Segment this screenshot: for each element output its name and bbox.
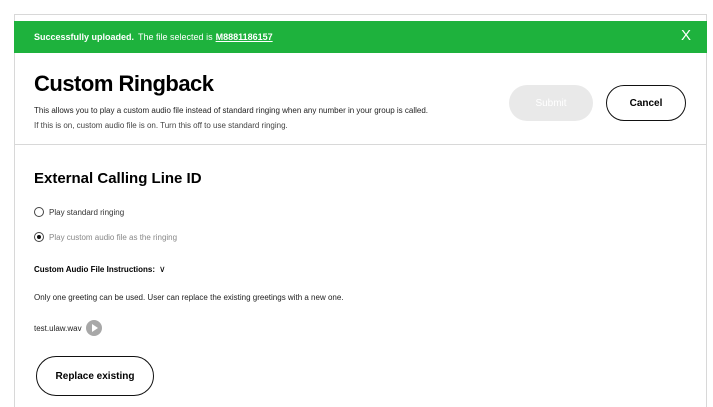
play-icon[interactable] (85, 320, 102, 336)
radio-custom-audio[interactable]: Play custom audio file as the ringing (34, 232, 177, 242)
cancel-button[interactable]: Cancel (606, 85, 686, 121)
page-title: Custom Ringback (34, 71, 214, 96)
instructions-label: Custom Audio File Instructions: (34, 265, 156, 274)
instructions-toggle[interactable]: Custom Audio File Instructions: ∨ (34, 264, 166, 275)
close-icon[interactable]: X (681, 27, 691, 44)
banner-status-text: The file selected is (138, 32, 213, 42)
radio-label: Play custom audio file as the ringing (49, 232, 178, 242)
audio-file-row: test.ulaw.wav (34, 320, 102, 336)
page-description: This allows you to play a custom audio f… (34, 106, 428, 115)
instructions-note: Only one greeting can be used. User can … (34, 293, 344, 302)
radio-button-selected[interactable] (34, 232, 44, 242)
banner-status-bold: Successfully uploaded. (34, 32, 135, 42)
page-description-secondary: If this is on, custom audio file is on. … (34, 121, 288, 130)
section-title: External Calling Line ID (34, 170, 202, 187)
divider (14, 144, 707, 145)
radio-standard-ringing[interactable]: Play standard ringing (34, 207, 124, 217)
radio-label: Play standard ringing (49, 207, 125, 217)
audio-file-name: test.ulaw.wav (34, 323, 82, 333)
replace-existing-button[interactable]: Replace existing (36, 356, 154, 396)
radio-button[interactable] (34, 207, 44, 217)
submit-button[interactable]: Submit (509, 85, 593, 121)
banner-file-link[interactable]: M8881186157 (216, 32, 273, 42)
chevron-down-icon: ∨ (159, 264, 166, 274)
success-banner: Successfully uploaded. The file selected… (14, 21, 707, 53)
